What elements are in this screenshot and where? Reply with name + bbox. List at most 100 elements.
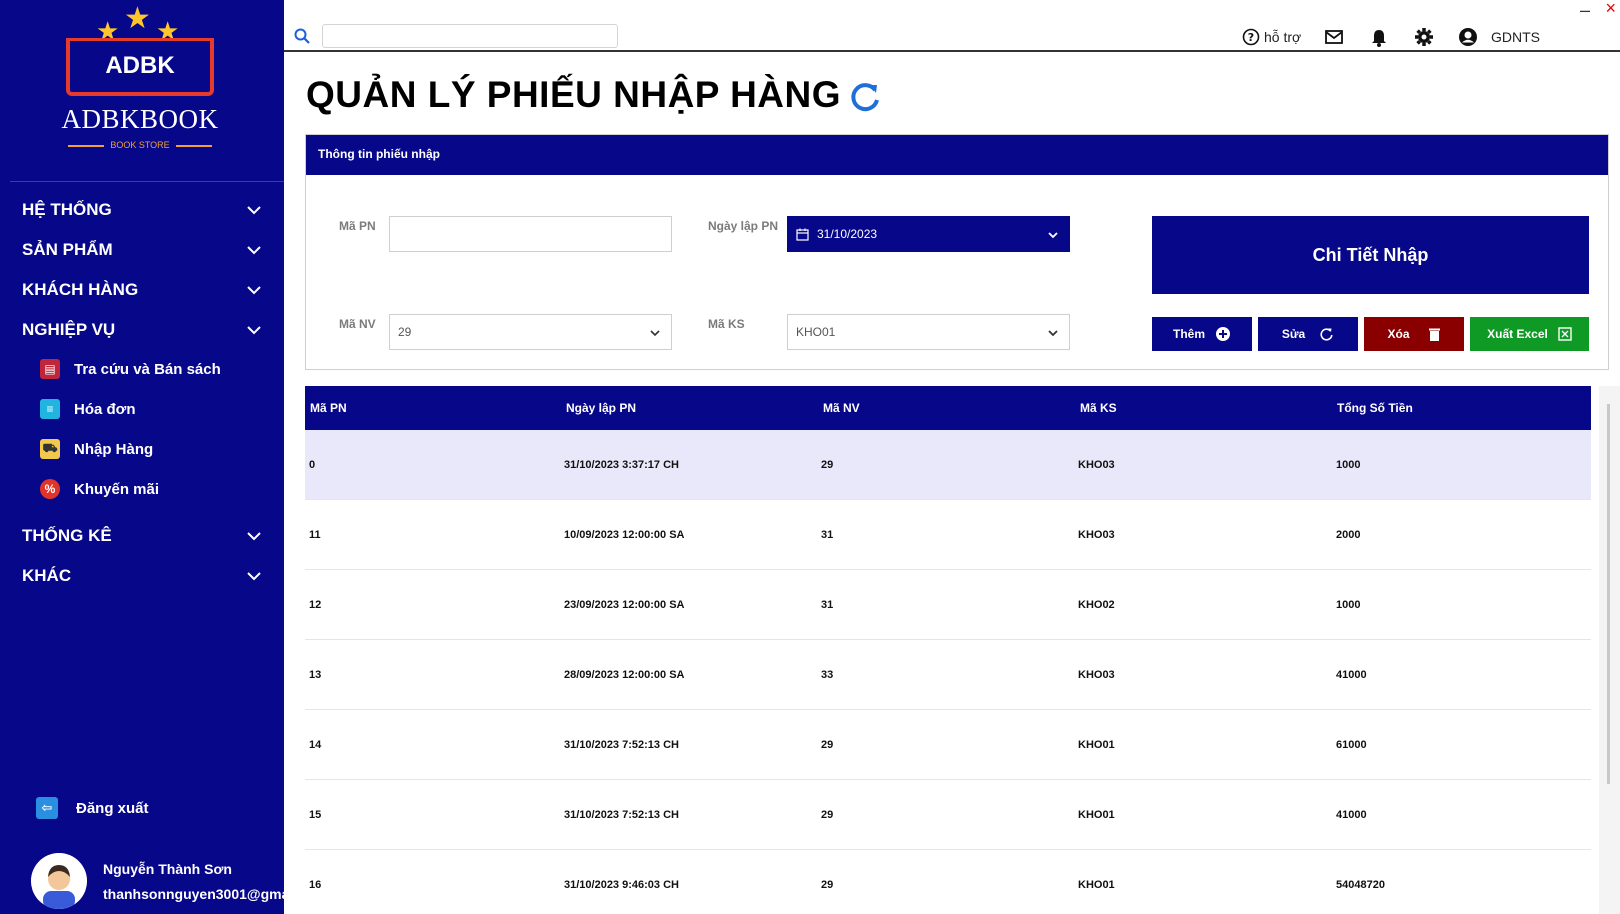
calendar-icon [796, 228, 809, 241]
brand-logo: ★ ★ ★ ADBK ADBKBOOK BOOK STORE [61, 2, 219, 151]
logout-button[interactable]: ⇦ Đăng xuất [36, 797, 149, 819]
column-header: Mã PN [310, 401, 347, 415]
avatar [31, 853, 87, 909]
table-cell: 2000 [1336, 529, 1361, 541]
ma-nv-value: 29 [398, 325, 412, 339]
table-cell: 16 [309, 879, 322, 891]
sidebar-divider [10, 181, 284, 182]
refresh-icon[interactable] [848, 80, 882, 114]
sidebar-item-label: Khuyến mãi [74, 480, 160, 498]
minimize-button[interactable]: – [1580, 0, 1590, 21]
chevron-down-icon [650, 330, 660, 337]
edit-button[interactable]: Sửa [1258, 317, 1358, 351]
nav-group-thong-ke[interactable]: THỐNG KÊ [0, 518, 284, 554]
table-cell: 28/09/2023 12:00:00 SA [564, 669, 685, 681]
ma-nv-label: Mã NV [339, 317, 376, 331]
vertical-scrollbar[interactable] [1599, 386, 1620, 914]
table-cell: KHO01 [1078, 809, 1115, 821]
bell-icon[interactable] [1369, 26, 1389, 48]
logout-label: Đăng xuất [76, 799, 149, 817]
column-header: Ngày lập PN [566, 401, 637, 415]
delete-button[interactable]: Xóa [1364, 317, 1464, 351]
chevron-down-icon [247, 326, 261, 335]
table-row[interactable]: 12 23/09/2023 12:00:00 SA 31 KHO02 1000 [305, 570, 1591, 640]
table-row[interactable]: 16 31/10/2023 9:46:03 CH 29 KHO01 54048720 [305, 850, 1591, 914]
nav-group-khac[interactable]: KHÁC [0, 558, 284, 594]
column-header: Mã NV [823, 401, 860, 415]
sidebar-item-tra-cuu[interactable]: ▤ Tra cứu và Bán sách [40, 354, 221, 384]
sidebar-item-khuyen-mai[interactable]: % Khuyến mãi [40, 474, 159, 504]
logout-icon: ⇦ [36, 797, 58, 819]
export-excel-button[interactable]: Xuất Excel [1470, 317, 1589, 351]
ma-ks-value: KHO01 [796, 325, 836, 339]
ma-pn-field[interactable] [389, 216, 672, 252]
table-cell: 54048720 [1336, 879, 1385, 891]
ma-ks-select[interactable]: KHO01 [787, 314, 1070, 350]
nav-group-san-pham[interactable]: SẢN PHẨM [0, 232, 284, 268]
sidebar-item-nhap-hang[interactable]: ⛟ Nhập Hàng [40, 434, 153, 464]
table-cell: 15 [309, 809, 322, 821]
add-button-label: Thêm [1172, 327, 1205, 341]
table-cell: 29 [821, 459, 834, 471]
page-title: QUẢN LÝ PHIẾU NHẬP HÀNG [306, 74, 842, 115]
search-icon[interactable] [294, 28, 310, 44]
table-cell: KHO01 [1078, 739, 1115, 751]
table-row[interactable]: 0 31/10/2023 3:37:17 CH 29 KHO03 1000 [305, 430, 1591, 500]
nav-group-nghiep-vu[interactable]: NGHIỆP VỤ [0, 312, 284, 348]
column-header: Mã KS [1080, 401, 1117, 415]
table-cell: 1000 [1336, 599, 1361, 611]
form-header: Thông tin phiếu nhập [306, 135, 1608, 175]
table-cell: 31 [821, 529, 834, 541]
table-cell: 31 [821, 599, 834, 611]
nav-group-khach-hang[interactable]: KHÁCH HÀNG [0, 272, 284, 308]
chevron-down-icon [247, 246, 261, 255]
sidebar-item-label: Tra cứu và Bán sách [74, 360, 221, 378]
date-picker[interactable]: 31/10/2023 [787, 216, 1070, 252]
table-cell: 61000 [1336, 739, 1367, 751]
sidebar-item-label: Nhập Hàng [74, 440, 154, 458]
detail-button[interactable]: Chi Tiết Nhập [1152, 216, 1589, 294]
table-cell: 33 [821, 669, 834, 681]
ma-nv-select[interactable]: 29 [389, 314, 672, 350]
excel-icon [1558, 327, 1572, 341]
help-button[interactable]: ? hỗ trợ [1242, 26, 1301, 48]
chevron-down-icon [247, 532, 261, 541]
table-cell: KHO03 [1078, 669, 1115, 681]
close-button[interactable]: × [1605, 0, 1616, 19]
table-cell: 1000 [1336, 459, 1361, 471]
account-button[interactable]: GDNTS [1458, 26, 1540, 48]
table-cell: 13 [309, 669, 322, 681]
table-cell: 31/10/2023 7:52:13 CH [564, 739, 679, 751]
gear-icon[interactable] [1414, 26, 1434, 48]
table-row[interactable]: 11 10/09/2023 12:00:00 SA 31 KHO03 2000 [305, 500, 1591, 570]
sidebar: ★ ★ ★ ADBK ADBKBOOK BOOK STORE HỆ THỐNG … [0, 0, 284, 914]
table-cell: KHO02 [1078, 599, 1115, 611]
table-row[interactable]: 13 28/09/2023 12:00:00 SA 33 KHO03 41000 [305, 640, 1591, 710]
table-cell: 10/09/2023 12:00:00 SA [564, 529, 685, 541]
mail-icon[interactable] [1324, 26, 1344, 48]
sidebar-item-hoa-don[interactable]: ≡ Hóa đơn [40, 394, 136, 424]
table-cell: KHO03 [1078, 459, 1115, 471]
account-label: GDNTS [1491, 29, 1540, 45]
refresh-icon [1320, 327, 1333, 341]
nav-group-label: SẢN PHẨM [22, 240, 113, 259]
table-cell: 23/09/2023 12:00:00 SA [564, 599, 685, 611]
table-row[interactable]: 15 31/10/2023 7:52:13 CH 29 KHO01 41000 [305, 780, 1591, 850]
ngay-lap-label: Ngày lập PN [708, 219, 779, 233]
discount-icon: % [40, 479, 60, 499]
nav-group-he-thong[interactable]: HỆ THỐNG [0, 192, 284, 228]
table-cell: 29 [821, 879, 834, 891]
table-row[interactable]: 14 31/10/2023 7:52:13 CH 29 KHO01 61000 [305, 710, 1591, 780]
search-input[interactable] [322, 24, 618, 48]
top-bar: – × ? hỗ trợ GDNTS [284, 0, 1620, 52]
add-button[interactable]: Thêm [1152, 317, 1252, 351]
table-cell: 29 [821, 809, 834, 821]
chevron-down-icon [247, 572, 261, 581]
table-cell: 31/10/2023 3:37:17 CH [564, 459, 679, 471]
trash-icon [1428, 328, 1440, 341]
table-cell: 31/10/2023 7:52:13 CH [564, 809, 679, 821]
nav-group-label: NGHIỆP VỤ [22, 320, 116, 339]
nav-group-label: THỐNG KÊ [22, 526, 112, 545]
scrollbar-thumb[interactable] [1607, 404, 1610, 784]
table-cell: 29 [821, 739, 834, 751]
